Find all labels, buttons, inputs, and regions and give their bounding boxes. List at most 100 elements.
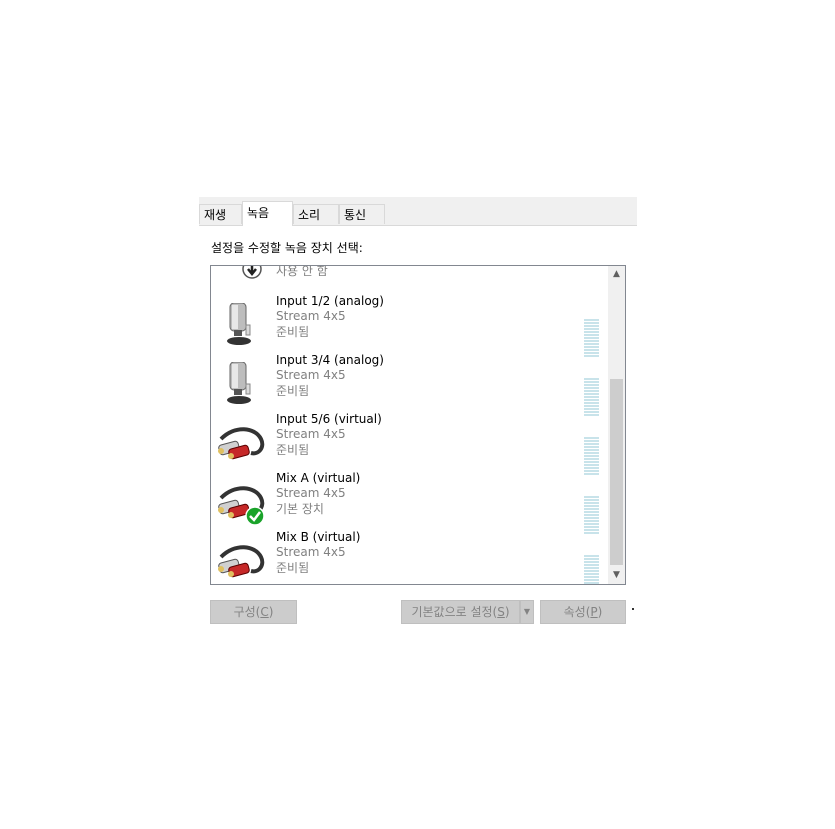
scroll-up-icon[interactable]: ▲ — [608, 266, 625, 283]
level-meter-segment — [584, 514, 599, 516]
sound-dialog: 재생 녹음 소리 통신 설정을 수정할 녹음 장치 선택: 사용 안 함 Inp… — [199, 197, 637, 637]
list-item-input-3-4[interactable]: Input 3/4 (analog) Stream 4x5 준비됨 — [211, 352, 607, 416]
level-meter-segment — [584, 437, 599, 439]
level-meter-segment — [584, 517, 599, 519]
level-meter-segment — [584, 384, 599, 386]
recording-device-list[interactable]: 사용 안 함 Input 1/2 (analog) Stream 4x5 준비됨 — [210, 265, 626, 585]
device-description: Stream 4x5 — [276, 427, 346, 441]
tab-sounds[interactable]: 소리 — [293, 204, 339, 224]
level-meter-segment — [584, 346, 599, 348]
level-meter-segment — [584, 440, 599, 442]
level-meter-segment — [584, 496, 599, 498]
configure-button[interactable]: 구성(C) — [210, 600, 297, 624]
level-meter-segment — [584, 328, 599, 330]
rca-cable-icon — [218, 545, 265, 578]
level-meter-segment — [584, 399, 599, 401]
level-meter-segment — [584, 523, 599, 525]
level-meter-segment — [584, 325, 599, 327]
level-meter-segment — [584, 561, 599, 563]
level-meter-segment — [584, 337, 599, 339]
device-name: Input 5/6 (virtual) — [276, 412, 382, 426]
level-meter-segment — [584, 555, 599, 557]
rca-cable-icon — [218, 427, 265, 460]
scroll-thumb[interactable] — [610, 379, 623, 565]
level-meter-segment — [584, 464, 599, 466]
default-check-icon — [245, 506, 265, 526]
level-meter-segment — [584, 455, 599, 457]
level-meter-segment — [584, 319, 599, 321]
level-meter-segment — [584, 396, 599, 398]
tab-recording[interactable]: 녹음 — [242, 201, 293, 226]
level-meter-segment — [584, 452, 599, 454]
level-meter-segment — [584, 322, 599, 324]
list-item-mix-b[interactable]: Mix B (virtual) Stream 4x5 준비됨 — [211, 529, 607, 584]
tab-communications[interactable]: 통신 — [339, 204, 385, 224]
level-meter-segment — [584, 449, 599, 451]
level-meter-segment — [584, 582, 599, 584]
level-meter — [584, 555, 599, 584]
level-meter-segment — [584, 331, 599, 333]
level-meter-segment — [584, 446, 599, 448]
level-meter-segment — [584, 526, 599, 528]
level-meter-segment — [584, 334, 599, 336]
device-name: Input 3/4 (analog) — [276, 353, 384, 367]
level-meter-segment — [584, 505, 599, 507]
level-meter-segment — [584, 387, 599, 389]
level-meter-segment — [584, 393, 599, 395]
level-meter-segment — [584, 511, 599, 513]
list-item-input-1-2[interactable]: Input 1/2 (analog) Stream 4x5 준비됨 — [211, 293, 607, 357]
level-meter-segment — [584, 576, 599, 578]
device-description: Stream 4x5 — [276, 368, 346, 382]
device-name: Mix A (virtual) — [276, 471, 361, 485]
level-meter-segment — [584, 340, 599, 342]
stray-dot — [632, 608, 634, 610]
level-meter-segment — [584, 458, 599, 460]
level-meter-segment — [584, 499, 599, 501]
level-meter-segment — [584, 402, 599, 404]
device-description: Stream 4x5 — [276, 486, 346, 500]
set-default-dropdown-icon[interactable]: ▼ — [520, 600, 534, 624]
level-meter-segment — [584, 467, 599, 469]
vertical-scrollbar[interactable]: ▲ ▼ — [608, 266, 625, 584]
list-item-input-5-6[interactable]: Input 5/6 (virtual) Stream 4x5 준비됨 — [211, 411, 607, 475]
level-meter-segment — [584, 564, 599, 566]
level-meter-segment — [584, 508, 599, 510]
level-meter-segment — [584, 443, 599, 445]
level-meter-segment — [584, 570, 599, 572]
level-meter-segment — [584, 408, 599, 410]
device-description: Stream 4x5 — [276, 309, 346, 323]
list-item-disabled-partial[interactable]: 사용 안 함 — [211, 265, 607, 279]
device-name: Mix B (virtual) — [276, 530, 361, 544]
arrow-down-badge-icon — [242, 266, 262, 279]
scroll-down-icon[interactable]: ▼ — [608, 567, 625, 584]
level-meter-segment — [584, 520, 599, 522]
properties-button[interactable]: 속성(P) — [540, 600, 626, 624]
device-status: 준비됨 — [276, 561, 310, 575]
device-status: 사용 안 함 — [276, 265, 328, 278]
level-meter-segment — [584, 378, 599, 380]
level-meter-segment — [584, 390, 599, 392]
device-status: 기본 장치 — [276, 502, 324, 516]
level-meter-segment — [584, 502, 599, 504]
list-item-mix-a[interactable]: Mix A (virtual) Stream 4x5 기본 장치 — [211, 470, 607, 534]
device-status: 준비됨 — [276, 443, 310, 457]
device-status: 준비됨 — [276, 325, 310, 339]
level-meter-segment — [584, 567, 599, 569]
device-description: Stream 4x5 — [276, 545, 346, 559]
level-meter-segment — [584, 461, 599, 463]
level-meter-segment — [584, 405, 599, 407]
level-meter-segment — [584, 573, 599, 575]
level-meter-segment — [584, 349, 599, 351]
tab-strip: 재생 녹음 소리 통신 — [199, 197, 637, 226]
level-meter-segment — [584, 343, 599, 345]
device-name: Input 1/2 (analog) — [276, 294, 384, 308]
microphone-icon — [227, 303, 251, 345]
tab-playback[interactable]: 재생 — [199, 204, 242, 224]
select-device-prompt: 설정을 수정할 녹음 장치 선택: — [211, 241, 363, 255]
device-status: 준비됨 — [276, 384, 310, 398]
microphone-icon — [227, 362, 251, 404]
level-meter-segment — [584, 381, 599, 383]
level-meter-segment — [584, 558, 599, 560]
set-default-button[interactable]: 기본값으로 설정(S) — [401, 600, 520, 624]
level-meter-segment — [584, 579, 599, 581]
